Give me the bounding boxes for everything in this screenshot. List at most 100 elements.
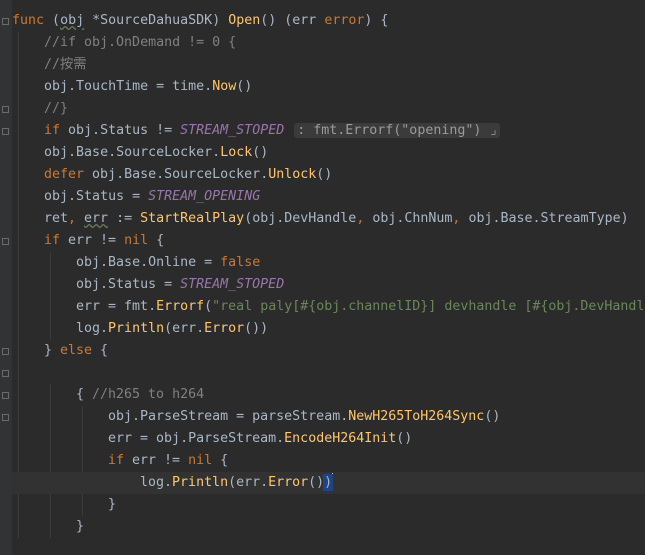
code-line[interactable]: if obj.Status != STREAM_STOPED : fmt.Err… <box>12 120 645 142</box>
code-token: //按需 <box>44 57 87 72</box>
code-line[interactable]: log.Println(err.Error()) <box>12 318 645 340</box>
code-token: = <box>156 277 181 292</box>
code-token: if <box>44 233 61 248</box>
fold-marker-icon[interactable] <box>2 106 9 113</box>
code-token: , <box>68 211 85 226</box>
code-token: , <box>356 211 373 226</box>
code-token: obj <box>44 79 69 94</box>
code-line[interactable]: log.Println(err.Error()) <box>12 472 645 494</box>
code-token: Println <box>172 475 229 490</box>
code-editor[interactable]: func (obj *SourceDahuaSDK) Open() (err e… <box>0 0 645 555</box>
code-line[interactable]: } <box>12 516 645 538</box>
code-token: () <box>236 79 253 94</box>
code-token: err != <box>60 233 125 248</box>
code-line[interactable] <box>12 362 645 384</box>
code-line[interactable]: //按需 <box>12 54 645 76</box>
inlay-hint: : fmt.Errorf("opening") ⌟ <box>294 123 501 138</box>
code-line[interactable]: err = obj.ParseStream.EncodeH264Init() <box>12 428 645 450</box>
code-token: obj <box>252 211 277 226</box>
fold-marker-icon[interactable] <box>2 370 9 377</box>
code-token: () <box>252 145 269 160</box>
code-token: { <box>148 233 165 248</box>
code-token: ) <box>323 474 334 491</box>
code-token: else <box>60 343 93 358</box>
code-line[interactable]: obj.Status = STREAM_OPENING <box>12 186 645 208</box>
code-token: := <box>108 211 141 226</box>
code-token: *SourceDahuaSDK <box>84 13 213 28</box>
code-line[interactable]: obj.Base.Online = false <box>12 252 645 274</box>
code-token: //h265 to h264 <box>92 387 205 402</box>
code-token: Status <box>108 277 157 292</box>
code-token: ( <box>52 13 61 28</box>
fold-marker-icon[interactable] <box>2 414 9 421</box>
code-token: Lock <box>220 145 253 160</box>
code-token: ret <box>44 211 69 226</box>
code-token: . <box>68 189 77 204</box>
code-line[interactable]: } <box>12 494 645 516</box>
code-token: () <box>396 431 413 446</box>
code-token: Status <box>100 123 149 138</box>
code-line[interactable]: { //h265 to h264 <box>12 384 645 406</box>
code-token: (err. <box>228 475 269 490</box>
code-line[interactable]: if err != nil { <box>12 450 645 472</box>
code-token: obj <box>372 211 397 226</box>
code-line[interactable]: func (obj *SourceDahuaSDK) Open() (err e… <box>12 10 645 32</box>
code-token: time <box>172 79 205 94</box>
code-token: err = <box>108 431 157 446</box>
code-token: . <box>212 145 221 160</box>
code-token: nil <box>188 453 213 468</box>
code-token: ( <box>244 211 253 226</box>
code-line[interactable]: //if obj.OnDemand != 0 { <box>12 32 645 54</box>
code-token: ()) <box>244 321 269 336</box>
code-token: . <box>156 167 165 182</box>
code-token: , <box>452 211 469 226</box>
code-token: Status <box>76 189 125 204</box>
code-line[interactable]: obj.Base.SourceLocker.Lock() <box>12 142 645 164</box>
code-line[interactable]: err = fmt.Errorf("real paly[#{obj.channe… <box>12 296 645 318</box>
code-line[interactable] <box>12 538 645 555</box>
code-token: . <box>100 321 109 336</box>
code-token: ChnNum <box>404 211 453 226</box>
code-token: //} <box>44 101 69 116</box>
code-token: = <box>196 255 221 270</box>
code-token: Println <box>108 321 165 336</box>
code-token: = <box>228 409 253 424</box>
fold-marker-icon[interactable] <box>2 392 9 399</box>
code-token: fmt <box>124 299 149 314</box>
code-token: () <box>484 409 501 424</box>
fold-marker-icon[interactable] <box>2 348 9 355</box>
editor-gutter[interactable] <box>0 0 12 555</box>
code-token: obj <box>76 277 101 292</box>
code-token: nil <box>124 233 149 248</box>
code-token: STREAM_OPENING <box>148 189 261 204</box>
code-line[interactable]: ret, err := StartRealPlay(obj.DevHandle,… <box>12 208 645 230</box>
code-token: . <box>164 475 173 490</box>
code-token: obj <box>44 145 69 160</box>
code-token: . <box>100 277 109 292</box>
fold-marker-icon[interactable] <box>2 18 9 25</box>
code-line[interactable]: if err != nil { <box>12 230 645 252</box>
code-token: obj <box>84 167 117 182</box>
code-token: obj <box>76 255 101 270</box>
fold-marker-icon[interactable] <box>2 238 9 245</box>
code-token: } <box>44 343 61 358</box>
code-line[interactable]: obj.TouchTime = time.Now() <box>12 76 645 98</box>
code-token: . <box>148 299 157 314</box>
code-line[interactable]: defer obj.Base.SourceLocker.Unlock() <box>12 164 645 186</box>
code-token: obj <box>108 409 133 424</box>
code-line[interactable]: obj.ParseStream = parseStream.NewH265ToH… <box>12 406 645 428</box>
code-token: . <box>68 79 77 94</box>
code-token: err != <box>124 453 189 468</box>
code-token: Error <box>268 475 309 490</box>
code-token: Open <box>228 13 261 28</box>
code-line[interactable]: } else { <box>12 340 645 362</box>
code-token: . <box>276 431 285 446</box>
code-line[interactable]: obj.Status = STREAM_STOPED <box>12 274 645 296</box>
code-line[interactable]: //} <box>12 98 645 120</box>
code-token: error <box>324 13 365 28</box>
code-token: Now <box>212 79 237 94</box>
code-token: Errorf <box>156 299 205 314</box>
fold-marker-icon[interactable] <box>2 128 9 135</box>
